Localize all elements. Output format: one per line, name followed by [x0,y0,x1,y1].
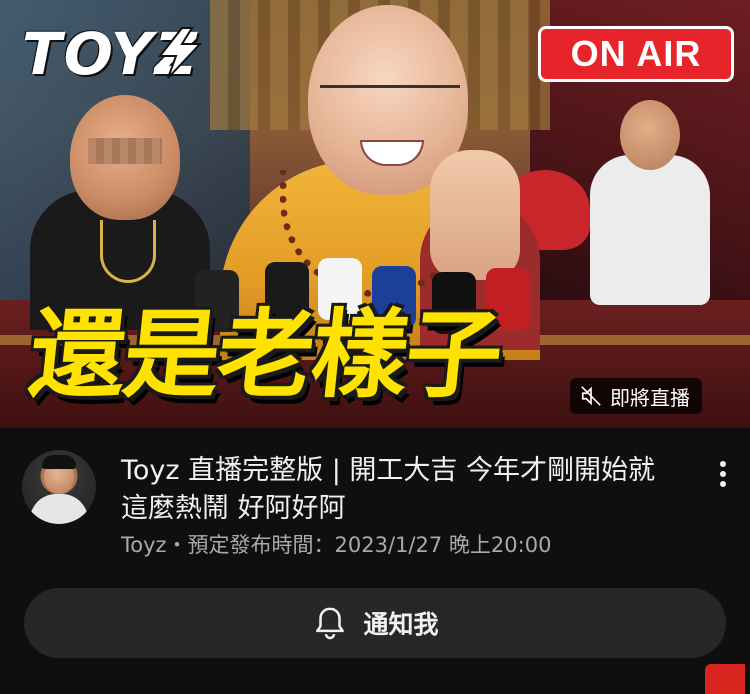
video-title[interactable]: Toyz 直播完整版 | 開工大吉 今年才剛開始就這麼熱鬧 好阿好阿 [121,452,681,528]
next-item-thumbnail-edge [705,664,745,694]
sound-muted-icon [581,386,601,406]
video-thumbnail[interactable]: TOYZ ON AIR 還是老樣子 即將直播 [0,0,750,428]
channel-avatar[interactable] [22,450,96,524]
video-meta: Toyz・預定發布時間：2023/1/27 晚上20:00 [121,533,552,557]
notify-me-label: 通知我 [363,610,439,639]
thumbnail-headline: 還是老樣子 [24,299,506,411]
upcoming-live-badge: 即將直播 [570,378,702,414]
person-left-figure [30,80,210,330]
notify-me-button[interactable]: 通知我 [24,588,726,658]
lightning-bolt-icon [157,27,203,79]
bell-icon [316,607,345,640]
more-vertical-icon [720,461,726,487]
on-air-badge: ON AIR [538,26,734,82]
upcoming-badge-label: 即將直播 [610,385,690,410]
person-right-figure [590,100,730,305]
more-options-button[interactable] [706,454,740,494]
